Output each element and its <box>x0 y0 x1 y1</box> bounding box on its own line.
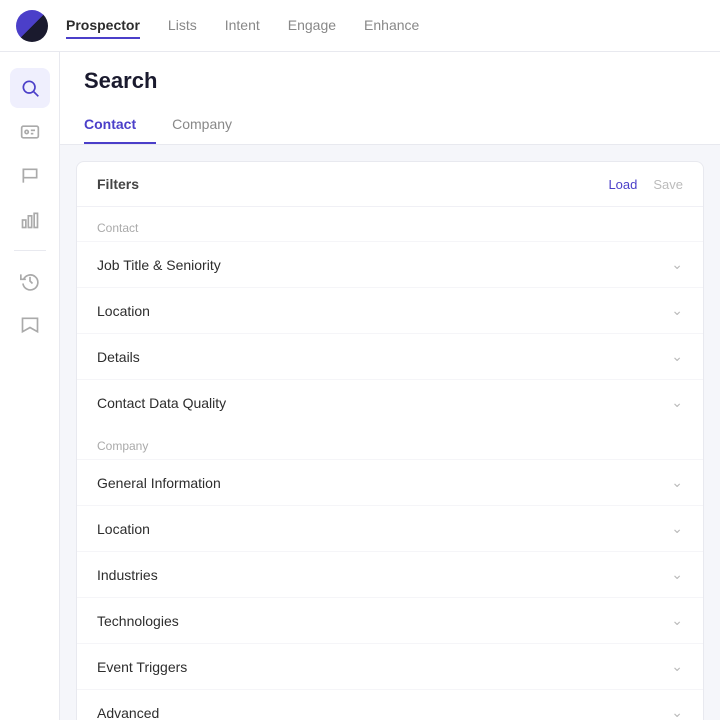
filter-row-location-company[interactable]: Location ⌄ <box>77 505 703 551</box>
main-layout: Search Contact Company Filters Load Save… <box>0 52 720 720</box>
filter-row-general-information[interactable]: General Information ⌄ <box>77 459 703 505</box>
filter-actions: Load Save <box>608 177 683 192</box>
logo <box>16 10 48 42</box>
sidebar-icon-contact-card[interactable] <box>10 112 50 152</box>
sidebar-icon-search[interactable] <box>10 68 50 108</box>
filter-row-event-triggers[interactable]: Event Triggers ⌄ <box>77 643 703 689</box>
filters-label: Filters <box>97 176 139 192</box>
filter-row-label: Location <box>97 303 150 319</box>
chevron-down-icon: ⌄ <box>671 256 683 273</box>
filter-row-location-contact[interactable]: Location ⌄ <box>77 287 703 333</box>
filter-row-label: Contact Data Quality <box>97 395 226 411</box>
filter-row-label: Event Triggers <box>97 659 187 675</box>
filter-row-advanced[interactable]: Advanced ⌄ <box>77 689 703 720</box>
filter-card: Filters Load Save Contact Job Title & Se… <box>76 161 704 720</box>
filter-row-industries[interactable]: Industries ⌄ <box>77 551 703 597</box>
chevron-down-icon: ⌄ <box>671 348 683 365</box>
chevron-down-icon: ⌄ <box>671 474 683 491</box>
content-area: Search Contact Company Filters Load Save… <box>60 52 720 720</box>
chevron-down-icon: ⌄ <box>671 658 683 675</box>
tab-bar: Contact Company <box>84 108 696 144</box>
filter-header: Filters Load Save <box>77 162 703 207</box>
filter-row-label: Details <box>97 349 140 365</box>
chevron-down-icon: ⌄ <box>671 302 683 319</box>
tab-company[interactable]: Company <box>172 108 252 144</box>
page-header: Search Contact Company <box>60 52 720 145</box>
load-button[interactable]: Load <box>608 177 637 192</box>
filter-row-technologies[interactable]: Technologies ⌄ <box>77 597 703 643</box>
filter-row-label: Advanced <box>97 705 159 720</box>
nav-item-enhance[interactable]: Enhance <box>364 13 419 39</box>
save-button[interactable]: Save <box>653 177 683 192</box>
chevron-down-icon: ⌄ <box>671 394 683 411</box>
filter-row-label: Industries <box>97 567 158 583</box>
chevron-down-icon: ⌄ <box>671 520 683 537</box>
sidebar-icon-bookmark[interactable] <box>10 305 50 345</box>
filter-row-contact-data-quality[interactable]: Contact Data Quality ⌄ <box>77 379 703 425</box>
filter-panel: Filters Load Save Contact Job Title & Se… <box>60 145 720 720</box>
filter-row-job-title[interactable]: Job Title & Seniority ⌄ <box>77 241 703 287</box>
chevron-down-icon: ⌄ <box>671 566 683 583</box>
tab-contact[interactable]: Contact <box>84 108 156 144</box>
chevron-down-icon: ⌄ <box>671 704 683 720</box>
top-nav: Prospector Lists Intent Engage Enhance <box>0 0 720 52</box>
nav-item-lists[interactable]: Lists <box>168 13 197 39</box>
sidebar <box>0 52 60 720</box>
company-section-label: Company <box>77 425 703 459</box>
filter-row-details[interactable]: Details ⌄ <box>77 333 703 379</box>
nav-item-engage[interactable]: Engage <box>288 13 336 39</box>
sidebar-icon-bar-chart[interactable] <box>10 200 50 240</box>
sidebar-divider <box>14 250 46 251</box>
filter-row-label: Job Title & Seniority <box>97 257 221 273</box>
filter-row-label: General Information <box>97 475 221 491</box>
contact-section-label: Contact <box>77 207 703 241</box>
chevron-down-icon: ⌄ <box>671 612 683 629</box>
nav-item-prospector[interactable]: Prospector <box>66 13 140 39</box>
nav-menu: Prospector Lists Intent Engage Enhance <box>66 13 419 39</box>
filter-row-label: Technologies <box>97 613 179 629</box>
nav-item-intent[interactable]: Intent <box>225 13 260 39</box>
page-title: Search <box>84 68 696 94</box>
sidebar-icon-history[interactable] <box>10 261 50 301</box>
filter-row-label: Location <box>97 521 150 537</box>
sidebar-icon-flag[interactable] <box>10 156 50 196</box>
